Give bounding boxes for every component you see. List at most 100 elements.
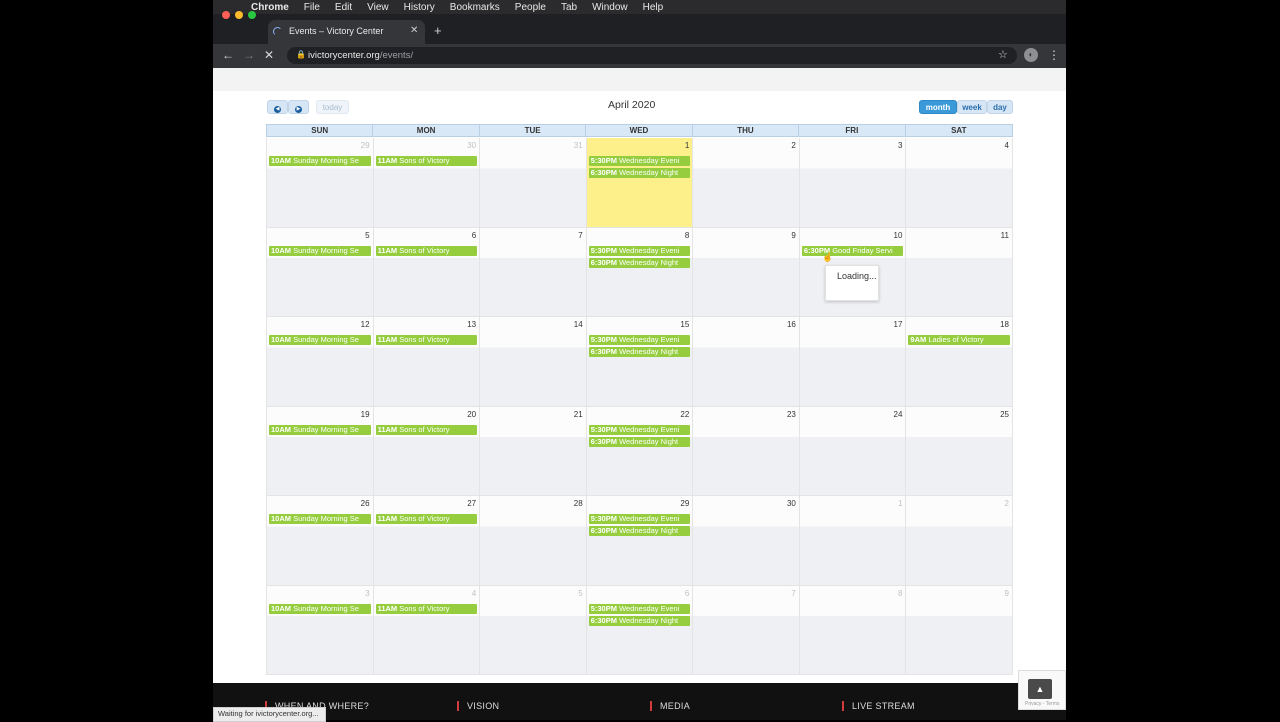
new-tab-icon[interactable]: + [434, 23, 442, 38]
footer-link-live-stream[interactable]: LIVE STREAM [842, 701, 915, 711]
day-cell-w0-fri[interactable]: 3 [799, 138, 907, 228]
calendar-event[interactable]: 5:30PM Wednesday Eveni [588, 514, 691, 524]
calendar-event[interactable]: 11AM Sons of Victory [375, 335, 478, 345]
day-cell-w1-mon[interactable]: 6 11AM Sons of Victory [373, 227, 481, 317]
url-text[interactable]: ivictorycenter.org/events/ [308, 50, 413, 61]
recaptcha-terms[interactable]: Privacy - Terms [1025, 701, 1059, 707]
today-button[interactable]: today [316, 100, 349, 114]
day-number[interactable]: 7 [791, 589, 795, 598]
day-number[interactable]: 28 [574, 499, 583, 508]
day-number[interactable]: 3 [365, 589, 369, 598]
calendar-event[interactable]: 10AM Sunday Morning Se [269, 514, 371, 524]
calendar-event[interactable]: 5:30PM Wednesday Eveni [588, 156, 691, 166]
day-cell-w4-sat[interactable]: 2 [906, 496, 1013, 586]
calendar-event[interactable]: 6:30PM Good Friday Servi [801, 245, 904, 256]
day-number[interactable]: 21 [574, 410, 583, 419]
day-number[interactable]: 9 [791, 231, 795, 240]
calendar-event[interactable]: 6:30PM Wednesday Night [588, 347, 691, 357]
day-cell-w0-tue[interactable]: 31 [480, 138, 587, 228]
day-number[interactable]: 4 [472, 589, 476, 598]
footer-link-vision[interactable]: VISION [457, 701, 499, 711]
calendar-event[interactable]: 6:30PM Wednesday Night [588, 526, 691, 536]
forward-icon[interactable]: → [243, 48, 255, 62]
day-number[interactable]: 16 [787, 320, 796, 329]
menu-file[interactable]: File [304, 2, 320, 13]
day-number[interactable]: 23 [787, 410, 796, 419]
day-cell-w3-sun[interactable]: 19 10AM Sunday Morning Se [267, 406, 374, 496]
menu-chrome[interactable]: Chrome [251, 2, 289, 13]
day-number[interactable]: 29 [361, 141, 370, 150]
day-number[interactable]: 1 [898, 499, 902, 508]
menu-window[interactable]: Window [592, 2, 628, 13]
day-number[interactable]: 5 [578, 589, 582, 598]
day-view-button[interactable]: day [987, 100, 1013, 114]
day-cell-w5-mon[interactable]: 4 11AM Sons of Victory [373, 585, 481, 675]
day-number[interactable]: 29 [680, 499, 689, 508]
close-tab-icon[interactable]: ✕ [410, 25, 418, 36]
calendar-event[interactable]: 10AM Sunday Morning Se [269, 424, 371, 435]
calendar-event[interactable]: 5:30PM Wednesday Eveni [588, 424, 691, 435]
day-cell-w1-sat[interactable]: 11 [906, 227, 1013, 317]
calendar-event[interactable]: 10AM Sunday Morning Se [269, 335, 371, 345]
zoom-window-button[interactable] [248, 11, 256, 19]
day-cell-w3-wed[interactable]: 22 5:30PM Wednesday Eveni 6:30PM Wednesday… [586, 406, 694, 496]
day-number[interactable]: 18 [1000, 320, 1009, 329]
day-cell-w2-tue[interactable]: 14 [480, 317, 587, 407]
day-number[interactable]: 13 [467, 320, 476, 329]
day-number[interactable]: 4 [1005, 141, 1009, 150]
day-cell-w3-tue[interactable]: 21 [480, 406, 587, 496]
calendar-event[interactable]: 10AM Sunday Morning Se [269, 603, 371, 614]
day-cell-w1-thu[interactable]: 9 [693, 227, 800, 317]
calendar-event[interactable]: 9AM Ladies of Victory [908, 335, 1010, 345]
lock-icon[interactable]: 🔒 [296, 50, 306, 59]
day-number[interactable]: 10 [894, 231, 903, 240]
day-cell-w4-thu[interactable]: 30 [693, 496, 800, 586]
day-number[interactable]: 25 [1000, 410, 1009, 419]
day-cell-w3-fri[interactable]: 24 [799, 406, 907, 496]
chrome-menu-icon[interactable]: ⋮ [1048, 48, 1060, 62]
next-month-button[interactable]: ▶ [288, 100, 309, 114]
day-cell-w5-sun[interactable]: 3 10AM Sunday Morning Se [267, 585, 374, 675]
menu-history[interactable]: History [404, 2, 435, 13]
day-number[interactable]: 6 [472, 231, 476, 240]
day-cell-w2-thu[interactable]: 16 [693, 317, 800, 407]
day-cell-w3-mon[interactable]: 20 11AM Sons of Victory [373, 406, 481, 496]
day-number[interactable]: 30 [467, 141, 476, 150]
calendar-event[interactable]: 5:30PM Wednesday Eveni [588, 245, 691, 256]
day-number[interactable]: 12 [361, 320, 370, 329]
day-cell-w5-tue[interactable]: 5 [480, 585, 587, 675]
day-number[interactable]: 7 [578, 231, 582, 240]
day-cell-w2-mon[interactable]: 13 11AM Sons of Victory [373, 317, 481, 407]
day-number[interactable]: 3 [898, 141, 902, 150]
day-number[interactable]: 2 [1005, 499, 1009, 508]
day-number[interactable]: 1 [685, 141, 689, 150]
month-view-button[interactable]: month [919, 100, 957, 114]
calendar-event[interactable]: 10AM Sunday Morning Se [269, 245, 371, 256]
calendar-event[interactable]: 6:30PM Wednesday Night [588, 436, 691, 447]
day-cell-w5-fri[interactable]: 8 [799, 585, 907, 675]
day-number[interactable]: 30 [787, 499, 796, 508]
day-cell-w0-thu[interactable]: 2 [693, 138, 800, 228]
day-cell-w2-sat[interactable]: 18 9AM Ladies of Victory [906, 317, 1013, 407]
day-cell-w5-wed[interactable]: 6 5:30PM Wednesday Eveni 6:30PM Wednesday … [586, 585, 694, 675]
menu-tab[interactable]: Tab [561, 2, 577, 13]
calendar-event[interactable]: 5:30PM Wednesday Eveni [588, 335, 691, 345]
day-number[interactable]: 24 [894, 410, 903, 419]
day-cell-w3-sat[interactable]: 25 [906, 406, 1013, 496]
menu-bookmarks[interactable]: Bookmarks [450, 2, 500, 13]
day-cell-w5-sat[interactable]: 9 [906, 585, 1013, 675]
day-cell-w0-sat[interactable]: 4 [906, 138, 1013, 228]
day-cell-w5-thu[interactable]: 7 [693, 585, 800, 675]
day-cell-w2-sun[interactable]: 12 10AM Sunday Morning Se [267, 317, 374, 407]
day-number[interactable]: 19 [361, 410, 370, 419]
day-cell-w4-tue[interactable]: 28 [480, 496, 587, 586]
calendar-event[interactable]: 10AM Sunday Morning Se [269, 156, 371, 166]
day-cell-w1-wed[interactable]: 8 5:30PM Wednesday Eveni 6:30PM Wednesday … [586, 227, 694, 317]
day-number[interactable]: 27 [467, 499, 476, 508]
calendar-event[interactable]: 11AM Sons of Victory [375, 514, 478, 524]
day-number[interactable]: 14 [574, 320, 583, 329]
calendar-event[interactable]: 6:30PM Wednesday Night [588, 257, 691, 268]
calendar-event[interactable]: 11AM Sons of Victory [375, 156, 478, 166]
scroll-to-top-icon[interactable]: ▲ [1028, 679, 1052, 699]
menu-people[interactable]: People [515, 2, 546, 13]
